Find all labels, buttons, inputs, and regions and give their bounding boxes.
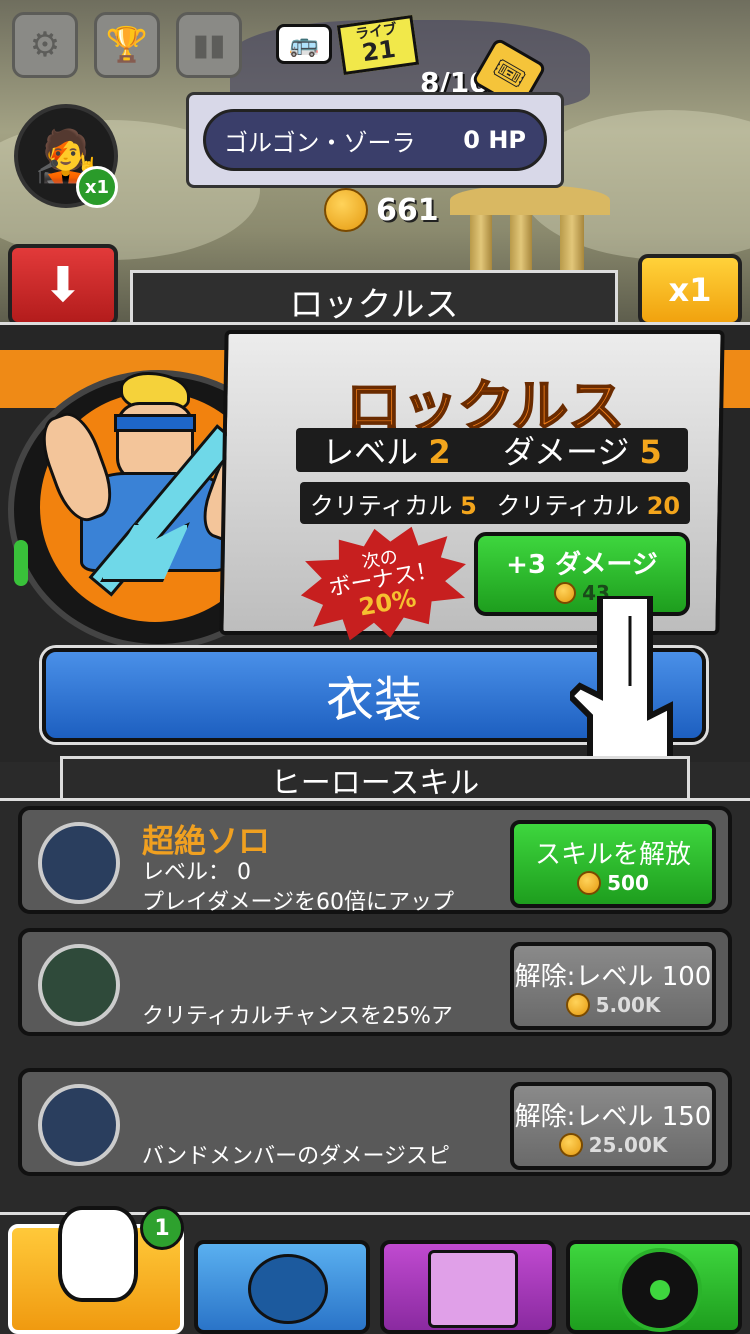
level-label: レベル [322, 433, 419, 471]
skill-row: 超絶ソロ レベル： 0 プレイダメージを60倍にアップ スキルを解放 500 [18, 806, 732, 915]
tab-music[interactable] [566, 1240, 742, 1334]
gear-icon: ⚙ [29, 25, 61, 65]
damage-value: 5 [639, 433, 662, 471]
unlock-label: 解除:レベル 100 [514, 961, 712, 992]
locked-skill-button[interactable]: 解除:レベル 150 25.00K [510, 1082, 716, 1170]
locked-skill-button[interactable]: 解除:レベル 100 5.00K [510, 942, 716, 1030]
live-ticket: ライブ 21 [336, 14, 420, 76]
arrow-down-icon: ⬇ [42, 257, 84, 313]
skill-cost-value: 5.00K [595, 992, 661, 1017]
notification-badge: 1 [140, 1206, 184, 1250]
hero-face-icon [58, 1206, 138, 1302]
leaderboard-button[interactable]: ▮▮ [176, 12, 242, 78]
crit-value-2: 20 [646, 491, 681, 520]
coin-icon [577, 870, 602, 895]
skill-row: バンドメンバーのダメージスピ 解除:レベル 150 25.00K [18, 1068, 732, 1176]
coin-icon [565, 992, 590, 1017]
boss-name: ゴルゴン・ゾーラ [224, 128, 416, 157]
avatar-multiplier-badge: x1 [76, 166, 118, 208]
crit-value-1: 5 [460, 491, 477, 520]
multiplier-button[interactable]: x1 [638, 254, 742, 326]
hero-header: ロックルス [130, 270, 618, 330]
skill-desc: バンドメンバーのダメージスピ [142, 1144, 451, 1169]
claw-skill-icon [38, 944, 120, 1026]
leaderboard-icon: ▮▮ [192, 27, 226, 63]
metronome-skill-icon [38, 1084, 120, 1166]
skill-cost-value: 25.00K [588, 1132, 668, 1157]
skill-cost: 5.00K [565, 992, 661, 1017]
skill-desc: クリティカルチャンスを25%ア [142, 1004, 453, 1029]
temple-dome [450, 185, 610, 215]
skill-level: レベル： 0 [142, 860, 251, 885]
skill-row: クリティカルチャンスを25%ア 解除:レベル 100 5.00K [18, 928, 732, 1036]
collapse-panel-button[interactable]: ⬇ [8, 244, 118, 326]
skill-desc: プレイダメージを60倍にアップ [142, 890, 455, 915]
trophy-button[interactable]: 🏆 [94, 12, 160, 78]
coin-counter: 661 [324, 188, 439, 232]
drum-mic-icon [248, 1254, 328, 1324]
unlock-skill-button[interactable]: スキルを解放 500 [510, 820, 716, 908]
critical-row: クリティカル 5 クリティカル 20 [300, 482, 690, 524]
tour-bus-icon: 🚌 [276, 24, 332, 64]
coin-amount: 661 [376, 192, 439, 228]
coin-icon [324, 188, 368, 232]
coin-icon [558, 1132, 583, 1157]
speaker-icon [428, 1250, 518, 1328]
hero-skills-header: ヒーロースキル [60, 756, 690, 801]
upgrade-label: +3 ダメージ [506, 549, 658, 580]
unlock-label: スキルを解放 [534, 839, 691, 870]
crit-label-1: クリティカル [309, 491, 453, 520]
vinyl-record-icon [618, 1248, 702, 1332]
boss-health-bar: ゴルゴン・ゾーラ 0 HP [186, 92, 564, 188]
trophy-icon: 🏆 [105, 25, 149, 65]
tab-band[interactable] [194, 1240, 370, 1334]
settings-button[interactable]: ⚙ [12, 12, 78, 78]
unlock-label: 解除:レベル 150 [514, 1101, 712, 1132]
boss-hp: 0 HP [463, 126, 526, 154]
progress-arc [14, 540, 28, 586]
level-value: 2 [428, 433, 451, 471]
skill-cost: 25.00K [558, 1132, 668, 1157]
tab-equipment[interactable] [380, 1240, 556, 1334]
damage-label: ダメージ [502, 433, 630, 471]
level-damage-row: レベル 2 ダメージ 5 [296, 428, 688, 472]
skill-cost: 500 [577, 870, 649, 895]
solo-skill-icon [38, 822, 120, 904]
skill-cost-value: 500 [607, 870, 649, 895]
crit-label-2: クリティカル [496, 491, 640, 520]
